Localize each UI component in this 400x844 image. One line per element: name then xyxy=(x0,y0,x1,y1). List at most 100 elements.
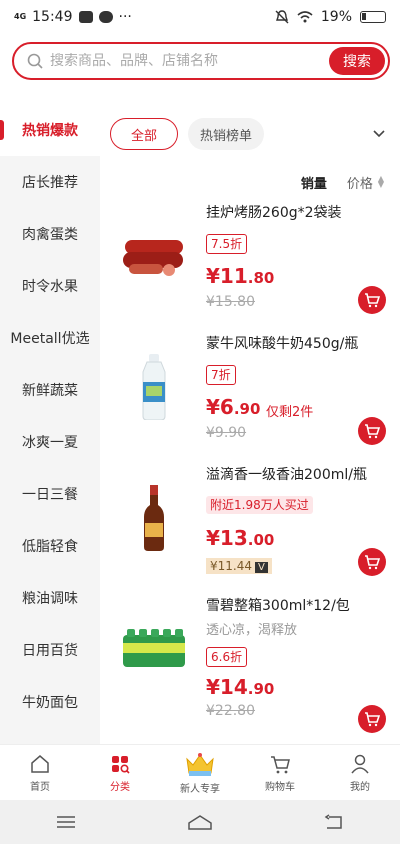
add-to-cart-button[interactable] xyxy=(358,417,386,445)
member-price-value: ¥11.44 xyxy=(210,559,252,573)
tab-cart[interactable]: 购物车 xyxy=(240,745,320,800)
price-integer: 11 xyxy=(219,264,248,288)
vip-badge: V xyxy=(255,562,268,573)
product-card[interactable]: 蒙牛风味酸牛奶450g/瓶 7折 ¥6.90 仅剩2件 ¥9.90 xyxy=(100,331,400,462)
price-integer: 14 xyxy=(219,675,248,699)
cart-icon xyxy=(365,712,380,727)
stock-remaining: 仅剩2件 xyxy=(266,405,314,420)
sidebar-item-milk-bread[interactable]: 牛奶面包 xyxy=(0,676,100,728)
price-integer: 6 xyxy=(219,395,234,419)
discount-tag: 7.5折 xyxy=(206,234,248,254)
sidebar-item-meals[interactable]: 一日三餐 xyxy=(0,468,100,520)
mute-icon xyxy=(275,10,289,24)
product-price: ¥6.90 xyxy=(206,395,260,419)
discount-tag: 7折 xyxy=(206,365,236,385)
search-button[interactable]: 搜索 xyxy=(329,47,385,75)
chevron-down-icon[interactable] xyxy=(372,127,386,141)
tab-label: 新人专享 xyxy=(180,783,220,795)
product-description: 透心凉，渴释放 xyxy=(206,623,298,638)
product-image-sesame-oil xyxy=(120,468,188,568)
product-image-sprite xyxy=(120,599,188,699)
price-currency: ¥ xyxy=(206,395,220,419)
home-nav-icon[interactable] xyxy=(187,813,213,831)
tab-mine[interactable]: 我的 xyxy=(320,745,400,800)
product-price: ¥11.80 xyxy=(206,264,274,288)
product-card[interactable]: 挂炉烤肠260g*2袋装 7.5折 ¥11.80 ¥15.80 xyxy=(100,200,400,331)
original-price: ¥22.80 xyxy=(206,703,255,719)
home-icon xyxy=(31,754,49,773)
cart-icon xyxy=(365,424,380,439)
original-price: ¥9.90 xyxy=(206,425,247,441)
sidebar-item-daily-goods[interactable]: 日用百货 xyxy=(0,624,100,676)
sort-by-price[interactable]: 价格 ▲ ▼ xyxy=(347,173,384,192)
product-card[interactable]: 雪碧整箱300ml*12/包 透心凉，渴释放 6.6折 ¥14.90 ¥22.8… xyxy=(100,593,400,733)
gift-crown-icon xyxy=(186,752,214,776)
bottom-tab-bar: 首页 分类 新人专享 购物车 我的 xyxy=(0,744,400,800)
product-name: 挂炉烤肠260g*2袋装 xyxy=(206,205,342,221)
sidebar-item-light-food[interactable]: 低脂轻食 xyxy=(0,520,100,572)
product-price: ¥14.90 xyxy=(206,675,274,699)
battery-percent: 19% xyxy=(320,9,352,25)
product-panel: 全部 热销榜单 销量 价格 ▲ ▼ 挂炉烤肠260g*2袋装 7.5折 ¥11.8… xyxy=(100,104,400,744)
battery-icon xyxy=(360,11,386,23)
sidebar-item-fruit[interactable]: 时令水果 xyxy=(0,260,100,312)
filter-hot-chip[interactable]: 热销榜单 xyxy=(188,118,265,150)
wifi-icon xyxy=(297,11,313,23)
price-decimal: .90 xyxy=(247,680,275,698)
sidebar-item-meat-eggs[interactable]: 肉禽蛋类 xyxy=(0,208,100,260)
product-image-yogurt xyxy=(120,337,188,437)
menu-icon[interactable] xyxy=(55,814,77,830)
sort-by-sales[interactable]: 销量 xyxy=(301,173,327,192)
app-notification-icon xyxy=(98,11,113,23)
tab-label: 购物车 xyxy=(265,781,295,793)
add-to-cart-button[interactable] xyxy=(358,286,386,314)
sidebar-item-grain-oil[interactable]: 粮油调味 xyxy=(0,572,100,624)
sidebar-item-summer[interactable]: 冰爽一夏 xyxy=(0,416,100,468)
price-integer: 13 xyxy=(219,526,248,550)
price-currency: ¥ xyxy=(206,526,220,550)
sidebar-item-meetall[interactable]: Meetall优选 xyxy=(0,312,100,364)
product-image-sausage xyxy=(120,206,188,306)
status-time: 15:49 xyxy=(32,9,73,25)
system-nav-bar xyxy=(0,800,400,844)
back-icon[interactable] xyxy=(323,813,345,831)
product-name: 溢滴香一级香油200ml/瓶 xyxy=(206,467,367,483)
tab-label: 我的 xyxy=(350,781,370,793)
tab-label: 分类 xyxy=(110,781,130,793)
add-to-cart-button[interactable] xyxy=(358,705,386,733)
tab-newcomer[interactable]: 新人专享 xyxy=(160,745,240,800)
sidebar-item-vegetables[interactable]: 新鲜蔬菜 xyxy=(0,364,100,416)
sort-price-label: 价格 xyxy=(346,176,373,192)
filter-chips: 全部 热销榜单 xyxy=(100,104,400,164)
message-icon xyxy=(78,11,93,23)
tab-category[interactable]: 分类 xyxy=(80,745,160,800)
discount-tag: 6.6折 xyxy=(206,647,248,667)
cart-icon xyxy=(271,755,290,773)
product-name: 雪碧整箱300ml*12/包 xyxy=(206,598,350,614)
user-icon xyxy=(351,754,369,773)
tab-home[interactable]: 首页 xyxy=(0,745,80,800)
network-indicator: 4G xyxy=(14,12,27,21)
original-price: ¥15.80 xyxy=(206,294,255,310)
tab-label: 首页 xyxy=(30,781,50,793)
product-price: ¥13.00 xyxy=(206,526,274,550)
price-currency: ¥ xyxy=(206,264,220,288)
product-name: 蒙牛风味酸牛奶450g/瓶 xyxy=(206,336,359,352)
sidebar-item-recommend[interactable]: 店长推荐 xyxy=(0,156,100,208)
search-bar: 搜索 xyxy=(12,42,390,80)
cart-icon xyxy=(365,555,380,570)
add-to-cart-button[interactable] xyxy=(358,548,386,576)
price-currency: ¥ xyxy=(206,675,220,699)
category-sidebar: 热销爆款 店长推荐 肉禽蛋类 时令水果 Meetall优选 新鲜蔬菜 冰爽一夏 … xyxy=(0,104,100,744)
sort-bar: 销量 价格 ▲ ▼ xyxy=(100,164,400,200)
search-input[interactable] xyxy=(50,53,329,69)
price-decimal: .80 xyxy=(247,269,275,287)
price-decimal: .00 xyxy=(247,531,275,549)
search-icon xyxy=(27,53,43,69)
price-decimal: .90 xyxy=(233,400,261,418)
more-icon: ··· xyxy=(118,9,132,25)
filter-all-chip[interactable]: 全部 xyxy=(110,118,179,150)
status-bar: 4G 15:49 ··· 19% xyxy=(0,0,400,34)
product-card[interactable]: 溢滴香一级香油200ml/瓶 附近1.98万人买过 ¥13.00 ¥11.44 V xyxy=(100,462,400,593)
sidebar-item-hot[interactable]: 热销爆款 xyxy=(0,104,100,156)
